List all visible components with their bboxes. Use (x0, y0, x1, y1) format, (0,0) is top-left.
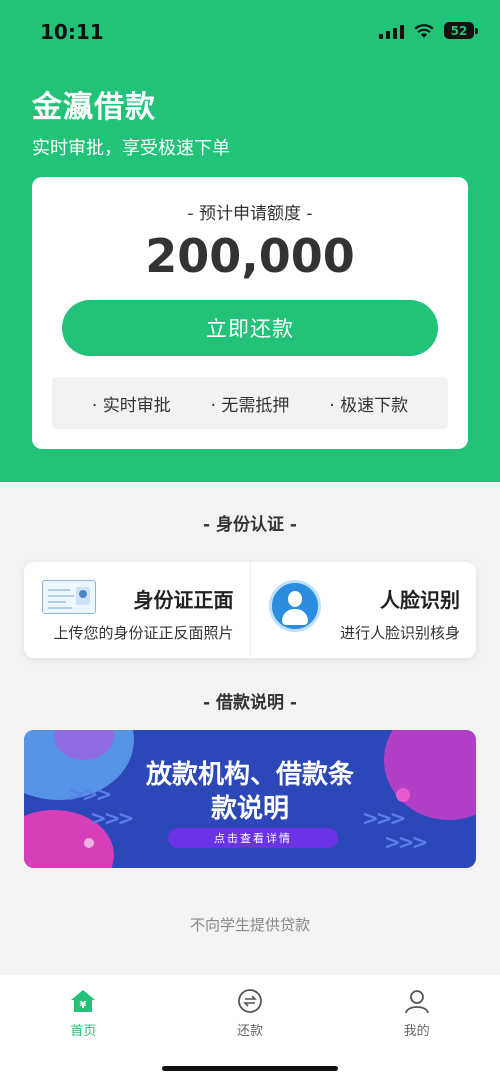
repay-icon (238, 989, 262, 1013)
status-bar: 10:11 52 (0, 0, 500, 64)
app-subtitle: 实时审批，享受极速下单 (32, 138, 230, 159)
id-card-desc: 上传您的身份证正反面照片 (53, 624, 234, 642)
feature-item: · 实时审批 (91, 395, 171, 416)
app-title: 金瀛借款 (32, 90, 156, 125)
quota-card: - 预计申请额度 - 200,000 立即还款 · 实时审批 · 无需抵押 · … (32, 177, 468, 449)
identity-card: 身份证正面 上传您的身份证正反面照片 人脸识别 进行人脸识别核身 (24, 562, 476, 658)
profile-icon (404, 990, 429, 1014)
status-time: 10:11 (40, 20, 104, 44)
face-title: 人脸识别 (380, 588, 460, 612)
identity-section-title: - 身份认证 - (203, 515, 297, 535)
tab-profile-label: 我的 (403, 1024, 430, 1039)
id-card-title: 身份证正面 (133, 588, 234, 612)
face-verify-item[interactable]: 人脸识别 进行人脸识别核身 (249, 562, 477, 658)
home-indicator (162, 1066, 338, 1071)
id-card-icon (42, 580, 96, 614)
home-icon: ¥ (71, 990, 96, 1012)
tab-home-label: 首页 (70, 1024, 97, 1039)
feature-item: · 无需抵押 (210, 395, 290, 416)
battery-icon: 52 (444, 22, 478, 39)
banner-title-line2: 款说明 (210, 794, 289, 824)
quota-amount: 200,000 (145, 229, 355, 283)
repay-now-button[interactable]: 立即还款 (62, 300, 438, 356)
view-details-button[interactable]: 点击查看详情 (168, 828, 338, 848)
tab-profile[interactable]: 我的 (333, 975, 500, 1082)
quota-label: - 预计申请额度 - (187, 204, 313, 224)
wifi-icon (414, 23, 434, 38)
status-icons: 52 (379, 22, 478, 39)
banner-title-line1: 放款机构、借款条 (145, 760, 354, 790)
app-screen: 10:11 52 金瀛借款 实时审批，享受极速下单 - 预计申请额度 - 200… (0, 0, 500, 1082)
hero-section: 金瀛借款 实时审批，享受极速下单 - 预计申请额度 - 200,000 立即还款… (0, 64, 500, 482)
disclaimer-text: 不向学生提供贷款 (189, 916, 310, 934)
face-recognition-icon (268, 580, 321, 632)
loan-info-banner[interactable]: >>> >>> >>> >>> 放款机构、借款条 款说明 点击查看详情 (24, 730, 476, 868)
banner-title: 放款机构、借款条 款说明 (24, 758, 476, 826)
svg-text:¥: ¥ (80, 1000, 87, 1011)
id-card-verify-item[interactable]: 身份证正面 上传您的身份证正反面照片 (24, 562, 250, 658)
tab-home[interactable]: ¥ 首页 (0, 975, 167, 1082)
tab-repay-label: 还款 (237, 1024, 264, 1039)
signal-icon (379, 23, 404, 39)
face-desc: 进行人脸识别核身 (339, 624, 460, 642)
loan-info-section-title: - 借款说明 - (203, 693, 297, 713)
feature-item: · 极速下款 (329, 395, 409, 416)
feature-list: · 实时审批 · 无需抵押 · 极速下款 (52, 377, 448, 429)
